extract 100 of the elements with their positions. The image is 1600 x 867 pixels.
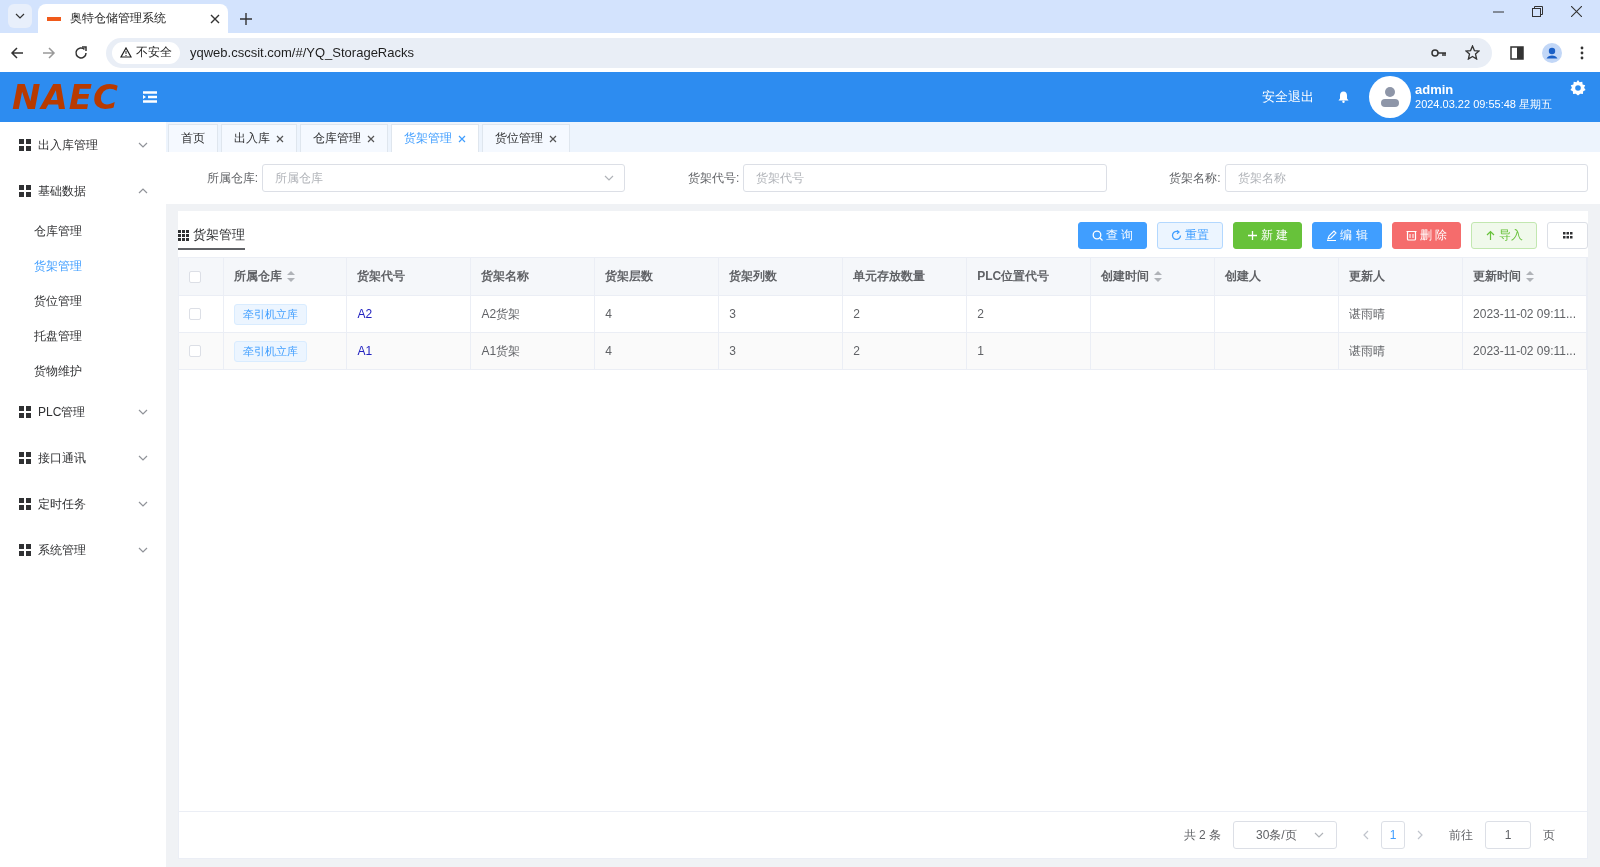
columns-button[interactable]	[1547, 221, 1588, 249]
more-icon[interactable]	[1580, 45, 1584, 60]
table-cell: 2	[853, 344, 860, 358]
sidebar-group[interactable]: 出入库管理	[0, 122, 166, 168]
menu-icon[interactable]	[142, 91, 157, 103]
chevron-down-icon	[138, 409, 148, 415]
row-checkbox[interactable]	[189, 345, 201, 357]
back-icon[interactable]	[10, 45, 24, 60]
warehouse-tag: 牵引机立库	[233, 303, 307, 325]
new-tab-icon[interactable]	[240, 13, 252, 25]
grid-icon	[19, 498, 31, 510]
page-tab[interactable]: 仓库管理	[300, 124, 388, 152]
sort-icon[interactable]	[1526, 271, 1535, 282]
table-cell: 3	[729, 344, 736, 358]
close-icon[interactable]	[367, 134, 375, 143]
total-count: 共 2 条	[1183, 826, 1221, 844]
sidebar-group[interactable]: 接口通讯	[0, 435, 166, 481]
column-header: 货架列数	[729, 268, 778, 285]
grid-icon	[178, 229, 189, 241]
chevron-down-icon	[138, 455, 148, 461]
row-checkbox[interactable]	[189, 308, 201, 320]
page-tab[interactable]: 首页	[168, 124, 218, 152]
sidebar-group[interactable]: 定时任务	[0, 481, 166, 527]
url-text: yqweb.cscsit.com/#/YQ_StorageRacks	[190, 45, 415, 60]
page-size-select[interactable]: 30条/页	[1233, 821, 1337, 849]
select-all-checkbox[interactable]	[189, 270, 201, 283]
close-icon[interactable]	[1571, 6, 1582, 17]
sidebar-group[interactable]: 基础数据	[0, 168, 166, 214]
page-tab[interactable]: 货位管理	[482, 124, 570, 152]
grid-icon	[19, 452, 31, 464]
key-icon[interactable]	[1431, 47, 1447, 58]
logo: NAEC	[12, 80, 119, 114]
column-header: 货架代号	[357, 268, 406, 285]
reload-icon[interactable]	[74, 45, 88, 60]
up-arrow-icon	[1485, 229, 1496, 241]
grid-icon	[19, 406, 31, 418]
security-chip[interactable]: 不安全	[112, 41, 180, 64]
grid-icon	[19, 185, 31, 197]
column-header: PLC位置代号	[977, 268, 1050, 285]
column-header: 货架名称	[481, 268, 530, 285]
avatar[interactable]	[1369, 76, 1411, 118]
column-header: 所属仓库	[233, 268, 282, 285]
sidebar-group[interactable]: PLC管理	[0, 389, 166, 435]
restore-icon[interactable]	[1532, 6, 1543, 17]
warehouse-tag: 牵引机立库	[233, 340, 307, 362]
table-cell: 2	[977, 307, 984, 321]
browser-tab[interactable]: 奥特仓储管理系统	[38, 4, 228, 33]
table-cell: 谌雨晴	[1349, 343, 1386, 358]
close-icon[interactable]	[549, 134, 557, 143]
column-header: 货架层数	[605, 268, 654, 285]
tab-list-button[interactable]	[8, 4, 32, 28]
sort-icon[interactable]	[1154, 271, 1163, 282]
chevron-down-icon	[138, 547, 148, 553]
section-title: 货架管理	[178, 220, 245, 250]
close-icon[interactable]	[210, 13, 220, 24]
grid-icon	[19, 139, 31, 151]
table-cell: 2	[853, 307, 860, 321]
sidebar-item[interactable]: 货物维护	[0, 354, 166, 389]
refresh-icon	[1170, 229, 1182, 241]
rack-code-link[interactable]: A2	[357, 307, 373, 321]
sidebar-item[interactable]: 托盘管理	[0, 319, 166, 354]
sidebar-item[interactable]: 货位管理	[0, 284, 166, 319]
user-silhouette-icon	[1380, 86, 1400, 108]
chevron-down-icon	[138, 142, 148, 148]
chevron-down-icon	[138, 501, 148, 507]
bell-icon[interactable]	[1338, 91, 1349, 103]
sidebar-item[interactable]: 仓库管理	[0, 214, 166, 249]
warning-icon	[120, 47, 132, 58]
chevron-down-icon	[604, 175, 615, 181]
star-icon[interactable]	[1465, 45, 1480, 60]
forward-icon[interactable]	[42, 45, 56, 60]
table-cell: 1	[977, 344, 984, 358]
filter-label: 所属仓库:	[205, 169, 258, 187]
table-cell: A2货架	[481, 306, 521, 321]
page-tab[interactable]: 出入库	[221, 124, 297, 152]
plus-icon	[1246, 229, 1258, 241]
column-header: 单元存放数量	[853, 268, 926, 285]
sort-icon[interactable]	[286, 271, 295, 282]
table-cell: 2023-11-02 09:11...	[1473, 344, 1576, 358]
rack-code-link[interactable]: A1	[357, 344, 373, 358]
next-page-icon[interactable]	[1417, 830, 1423, 840]
sidebar-group[interactable]: 系统管理	[0, 527, 166, 573]
grid-icon	[19, 544, 31, 556]
close-icon[interactable]	[276, 134, 284, 143]
address-bar[interactable]: 不安全 yqweb.cscsit.com/#/YQ_StorageRacks	[106, 37, 1492, 68]
chevron-down-icon	[15, 13, 25, 19]
column-header: 创建时间	[1101, 268, 1150, 285]
table-cell: 2023-11-02 09:11...	[1473, 307, 1576, 321]
trash-icon	[1405, 229, 1417, 241]
profile-icon[interactable]	[1542, 42, 1562, 63]
filter-label: 货架名称:	[1168, 169, 1221, 187]
page-input[interactable]: 1	[1485, 821, 1531, 849]
filter-label: 货架代号:	[687, 169, 740, 187]
side-panel-icon[interactable]	[1510, 45, 1524, 60]
column-header: 更新时间	[1473, 268, 1522, 285]
settings-icon[interactable]	[1570, 80, 1586, 96]
previous-page-icon[interactable]	[1363, 830, 1369, 840]
column-header: 更新人	[1349, 268, 1386, 285]
page-unit-label: 页	[1543, 826, 1555, 844]
chevron-up-icon	[138, 188, 148, 194]
